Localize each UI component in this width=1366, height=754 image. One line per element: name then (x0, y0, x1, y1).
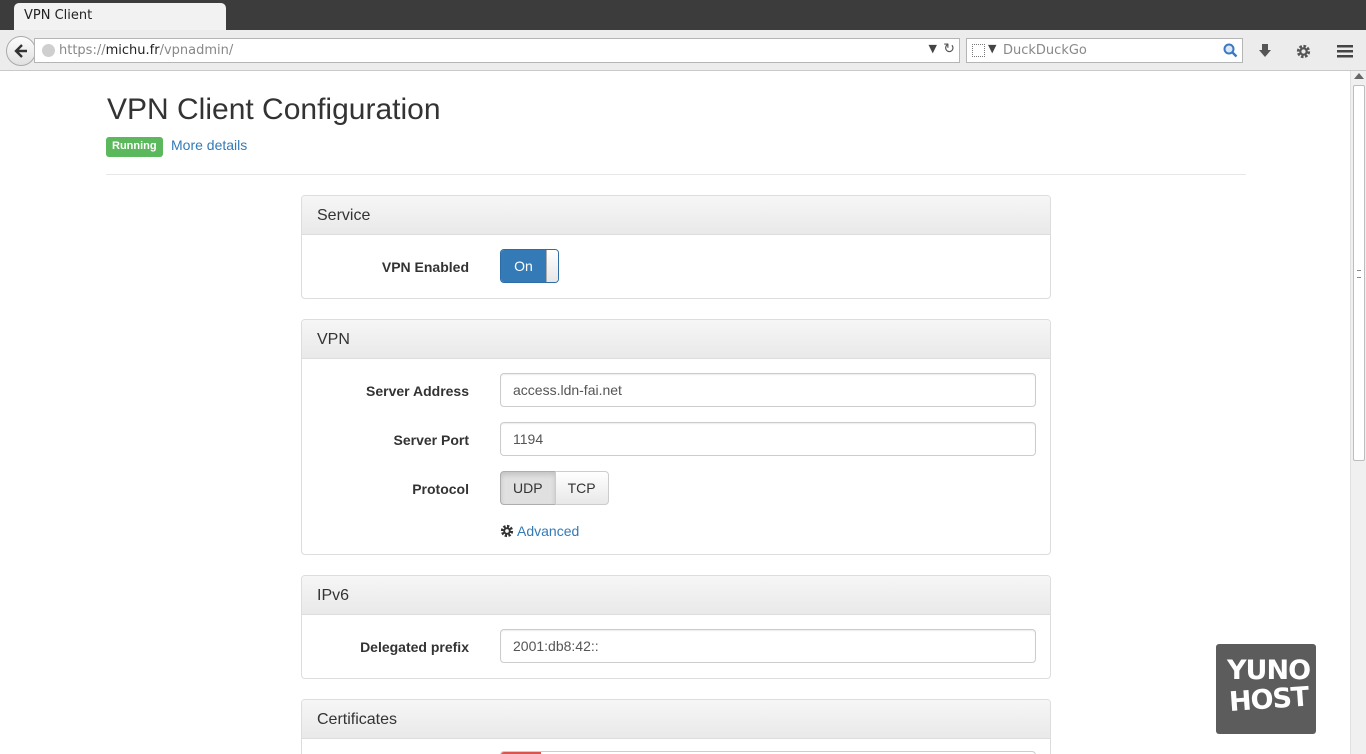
chevron-down-icon[interactable]: ▼ (988, 42, 996, 55)
server-address-input[interactable]: access.ldn-fai.net (500, 373, 1036, 407)
status-badge: Running (106, 137, 163, 157)
vpn-enabled-toggle[interactable]: On (500, 249, 559, 283)
advanced-label: Advanced (517, 523, 580, 539)
more-details-link[interactable]: More details (171, 137, 247, 153)
scroll-up-arrow[interactable] (1354, 73, 1364, 79)
page-title: VPN Client Configuration (107, 93, 441, 126)
navigation-toolbar: https://michu.fr/vpnadmin/ ▼ ↻ ▼ DuckDuc… (0, 30, 1366, 71)
panel-heading: IPv6 (302, 576, 1050, 615)
browser-tab-title: VPN Client (24, 8, 93, 23)
search-input[interactable]: DuckDuckGo (1003, 43, 1087, 58)
panel-heading: Certificates (302, 700, 1050, 739)
ipv6-panel: IPv6 Delegated prefix 2001:db8:42:: (301, 575, 1051, 679)
scrollbar-thumb[interactable] (1353, 85, 1365, 461)
tab-strip: VPN Client (0, 0, 1366, 30)
globe-icon (42, 44, 55, 57)
search-bar[interactable]: ▼ DuckDuckGo (966, 38, 1243, 63)
chevron-down-icon[interactable]: ▼ (929, 42, 937, 55)
gear-icon[interactable] (1292, 40, 1314, 62)
menu-icon[interactable] (1334, 40, 1356, 62)
back-button[interactable] (6, 36, 36, 66)
certificates-panel: Certificates (301, 699, 1051, 754)
server-port-input[interactable]: 1194 (500, 422, 1036, 456)
protocol-label: Protocol (412, 481, 469, 497)
url-text: https://michu.fr/vpnadmin/ (59, 43, 234, 58)
url-bar[interactable]: https://michu.fr/vpnadmin/ ▼ ↻ (34, 38, 960, 63)
page-viewport: VPN Client Configuration Running More de… (0, 71, 1366, 754)
panel-heading: VPN (302, 320, 1050, 359)
protocol-tcp-button[interactable]: TCP (554, 471, 609, 505)
vpn-panel: VPN Server Address access.ldn-fai.net Se… (301, 319, 1051, 555)
browser-tab[interactable]: VPN Client (14, 3, 226, 30)
delegated-prefix-input[interactable]: 2001:db8:42:: (500, 629, 1036, 663)
scrollbar-grip (1357, 270, 1361, 278)
search-icon[interactable] (1220, 40, 1241, 61)
download-icon[interactable] (1254, 40, 1276, 62)
search-engine-icon[interactable] (972, 44, 985, 57)
vpn-enabled-label: VPN Enabled (381, 259, 469, 275)
arrow-left-icon (14, 44, 27, 58)
panel-heading: Service (302, 196, 1050, 235)
toggle-handle[interactable] (546, 250, 558, 282)
protocol-udp-button[interactable]: UDP (500, 471, 556, 505)
reload-icon[interactable]: ↻ (943, 41, 955, 57)
advanced-link[interactable]: Advanced (500, 523, 579, 539)
page-scrollbar[interactable] (1350, 71, 1366, 754)
protocol-selector: UDP TCP (500, 471, 609, 505)
yunohost-logo[interactable]: YUNO HOST (1216, 644, 1316, 734)
toggle-on-label: On (501, 250, 546, 282)
server-port-label: Server Port (393, 432, 469, 448)
server-address-label: Server Address (366, 383, 469, 399)
gear-icon (500, 524, 514, 538)
delegated-prefix-label: Delegated prefix (360, 639, 469, 655)
service-panel: Service VPN Enabled On (301, 195, 1051, 299)
divider (106, 174, 1246, 175)
